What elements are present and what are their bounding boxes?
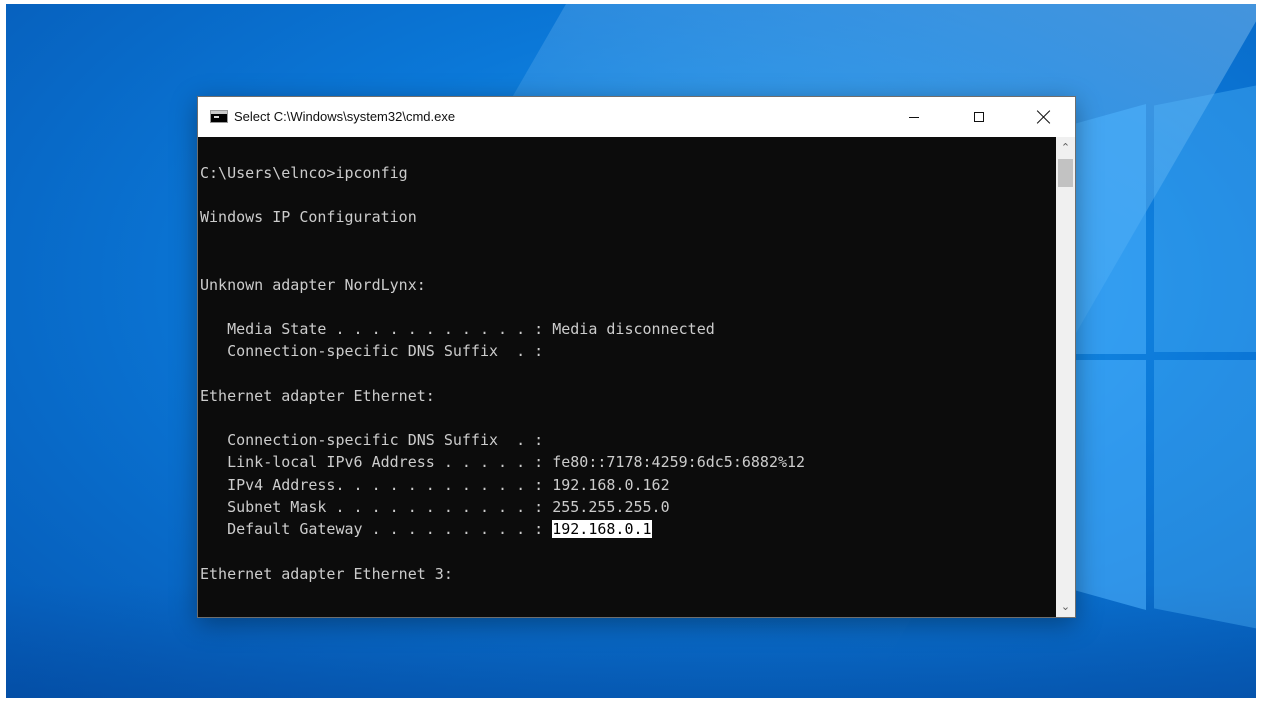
console-line: Unknown adapter NordLynx: [200, 276, 426, 294]
console-line: Ethernet adapter Ethernet 3: [200, 565, 453, 583]
minimize-icon [909, 116, 919, 118]
window-title: Select C:\Windows\system32\cmd.exe [234, 109, 456, 124]
icon-cursor [214, 116, 219, 118]
icon-title-strip [211, 111, 227, 114]
console-line: Connection-specific DNS Suffix . : [200, 342, 544, 360]
console-line: C:\Users\elnco>ipconfig [200, 164, 408, 182]
console-output[interactable]: C:\Users\elnco>ipconfig Windows IP Confi… [198, 137, 1056, 617]
close-icon [1037, 110, 1051, 124]
minimize-button[interactable] [885, 97, 943, 137]
windows-logo-pane [1154, 360, 1256, 630]
selected-text[interactable]: 192.168.0.1 [552, 520, 652, 538]
scroll-up-button[interactable]: ⌃ [1056, 139, 1075, 156]
cmd-window[interactable]: Select C:\Windows\system32\cmd.exe C:\Us… [197, 96, 1076, 618]
vertical-scrollbar[interactable]: ⌃ ⌄ [1056, 137, 1075, 617]
console-line: Subnet Mask . . . . . . . . . . . : 255.… [200, 498, 670, 516]
scroll-down-button[interactable]: ⌄ [1056, 598, 1075, 615]
title-bar[interactable]: Select C:\Windows\system32\cmd.exe [198, 97, 1075, 137]
cmd-console-icon[interactable] [210, 110, 228, 123]
console-line-label: Default Gateway . . . . . . . . . : [200, 520, 553, 538]
console-line: Connection-specific DNS Suffix . : [200, 431, 544, 449]
windows-logo-pane [1154, 84, 1256, 352]
close-button[interactable] [1015, 97, 1073, 137]
console-line-default-gateway: Default Gateway . . . . . . . . . : 192.… [200, 518, 652, 540]
console-line: Media State . . . . . . . . . . . : Medi… [200, 320, 715, 338]
scroll-thumb[interactable] [1058, 159, 1073, 187]
maximize-icon [974, 112, 984, 122]
console-line: Windows IP Configuration [200, 208, 417, 226]
maximize-button[interactable] [950, 97, 1008, 137]
console-line: Ethernet adapter Ethernet: [200, 387, 435, 405]
console-line: IPv4 Address. . . . . . . . . . . : 192.… [200, 476, 670, 494]
console-line: Link-local IPv6 Address . . . . . : fe80… [200, 453, 806, 471]
